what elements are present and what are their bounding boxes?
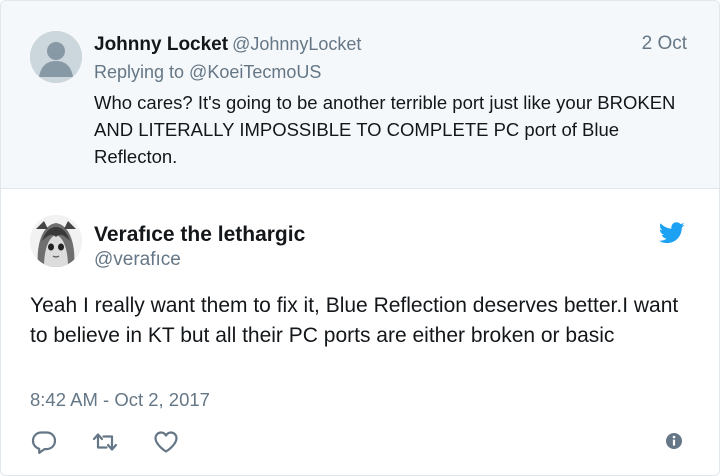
anime-avatar-icon <box>30 215 82 267</box>
parent-tweet-text: Who cares? It's going to be another terr… <box>94 92 676 167</box>
parent-tweet[interactable]: Johnny Locket @JohnnyLocket 2 Oct Replyin… <box>1 1 719 189</box>
author-avatar[interactable] <box>30 215 82 267</box>
parent-author-handle[interactable]: @JohnnyLocket <box>232 34 361 54</box>
tweet-timestamp[interactable]: 8:42 AM - Oct 2, 2017 <box>30 389 210 411</box>
default-avatar[interactable] <box>30 31 82 83</box>
heart-icon[interactable] <box>152 429 180 455</box>
retweet-icon[interactable] <box>91 429 119 455</box>
parent-author[interactable]: Johnny Locket @JohnnyLocket <box>94 31 361 58</box>
default-avatar-icon <box>30 31 82 83</box>
embedded-tweet-card: Johnny Locket @JohnnyLocket 2 Oct Replyin… <box>0 0 720 476</box>
twitter-bird-icon[interactable] <box>659 222 685 244</box>
tweet-text: Yeah I really want them to fix it, Blue … <box>30 294 679 347</box>
parent-author-name[interactable]: Johnny Locket <box>94 34 228 55</box>
parent-tweet-date[interactable]: 2 Oct <box>642 33 687 55</box>
author-name[interactable]: Verafıce the lethargic <box>94 221 305 249</box>
info-icon[interactable] <box>665 432 683 450</box>
replying-to[interactable]: Replying to @KoeiTecmoUS <box>94 62 321 83</box>
reply-icon[interactable] <box>30 429 58 455</box>
author-handle[interactable]: @verafıce <box>94 249 181 271</box>
